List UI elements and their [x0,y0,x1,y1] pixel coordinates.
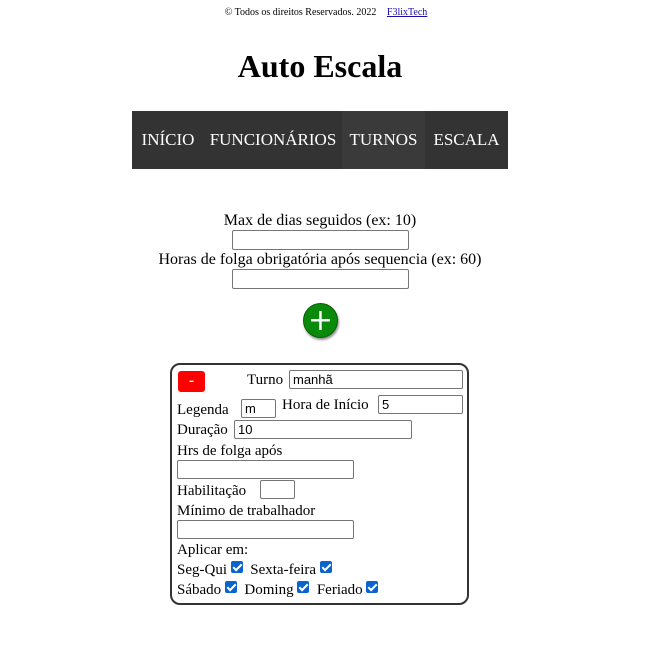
hora-inicio-input[interactable] [378,395,463,414]
rest-hours-label: Horas de folga obrigatória após sequenci… [158,251,482,268]
hora-inicio-label: Hora de Início [282,397,369,413]
rest-hours-input[interactable] [231,269,409,289]
remove-shift-button[interactable]: - [178,371,205,392]
minimo-input[interactable] [177,520,354,539]
copyright-text: © Todos os direitos Reservados. 2022 [224,7,377,18]
legenda-input[interactable] [241,399,276,418]
shift-card: - Turno Legenda Hora de Início Duração H… [170,363,469,605]
days-row-1: Seg-Qui Sexta-feira [177,561,332,579]
nav-item-turnos[interactable]: TURNOS [342,111,425,169]
day-feriado-checkbox[interactable] [366,581,379,593]
copyright-footer: © Todos os direitos Reservados. 2022 F3l… [0,7,652,18]
day-domingo-label: Doming [244,582,294,598]
nav-item-funcionarios[interactable]: FUNCIONÁRIOS [204,111,342,169]
habilitacao-label: Habilitação [177,483,247,499]
turno-label: Turno [247,372,284,388]
minimo-label: Mínimo de trabalhador [177,503,316,519]
duracao-input[interactable] [234,420,412,439]
settings-form: Max de dias seguidos (ex: 10) Horas de f… [0,211,640,289]
day-sabado-label: Sábado [177,582,222,598]
day-domingo-checkbox[interactable] [297,581,310,593]
day-feriado-label: Feriado [316,582,363,598]
page-title: Auto Escala [237,48,403,84]
turno-input[interactable] [289,370,463,389]
legenda-label: Legenda [177,402,229,418]
duracao-label: Duração [177,422,228,438]
add-shift-button[interactable]: + [303,303,338,338]
day-seg-qui-checkbox[interactable] [230,561,243,573]
day-seg-qui-label: Seg-Qui [177,562,227,578]
plus-icon: + [307,303,334,338]
aplicar-label: Aplicar em: [177,542,249,558]
max-days-label: Max de dias seguidos (ex: 10) [223,212,417,229]
day-sexta-checkbox[interactable] [319,561,332,573]
author-link[interactable]: F3lixTech [387,7,427,18]
day-sabado-checkbox[interactable] [224,581,237,593]
day-sexta-label: Sexta-feira [250,562,317,578]
folga-input[interactable] [177,460,354,479]
folga-label: Hrs de folga após [177,443,283,459]
days-row-2: Sábado Doming Feriado [177,581,379,599]
nav-item-escala[interactable]: ESCALA [425,111,508,169]
habilitacao-input[interactable] [260,480,295,499]
main-nav: INÍCIO FUNCIONÁRIOS TURNOS ESCALA [132,111,508,169]
nav-item-inicio[interactable]: INÍCIO [132,111,204,169]
max-days-input[interactable] [231,230,409,250]
